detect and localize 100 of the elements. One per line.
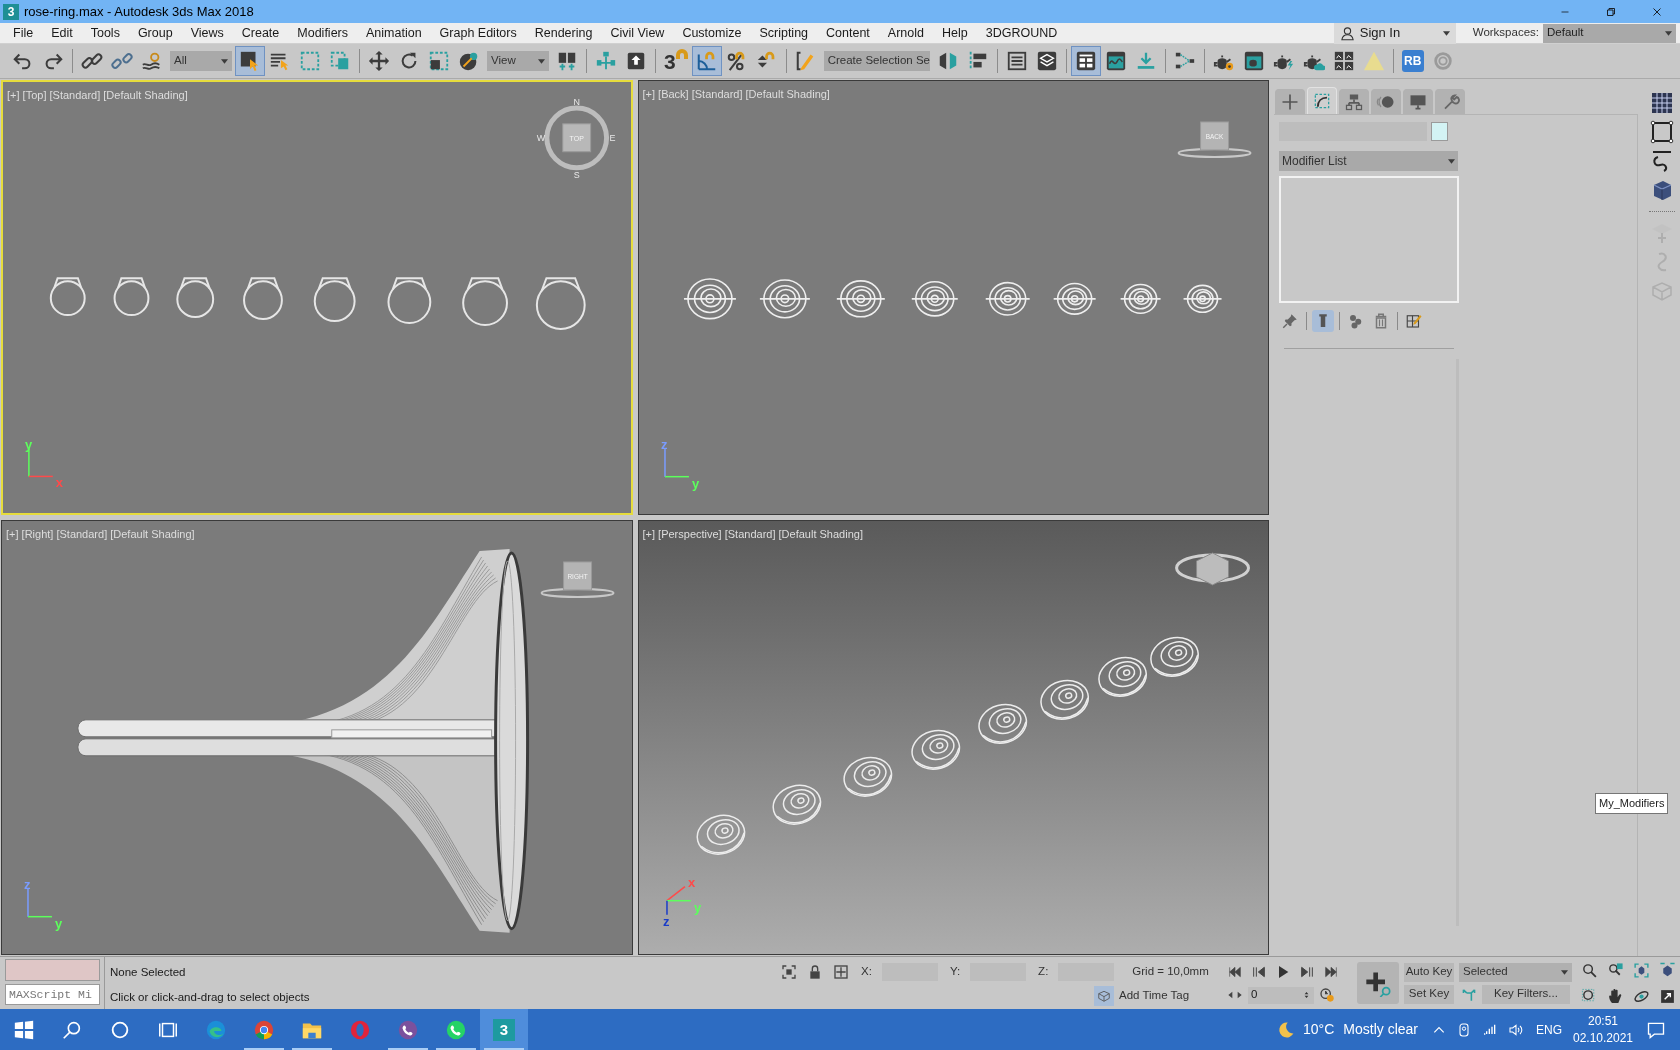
menu-item[interactable]: Scripting: [750, 23, 818, 43]
axis-label: y: [693, 899, 701, 915]
workspaces-label: Workspaces:: [1472, 25, 1539, 41]
pan-icon[interactable]: [1607, 987, 1624, 1005]
menu-item[interactable]: Group: [128, 23, 182, 43]
menu-item[interactable]: Graph Editors: [430, 23, 526, 43]
modify-tab[interactable]: [1307, 87, 1337, 114]
hierarchy-icon: [595, 50, 617, 72]
color-swatch[interactable]: [1431, 122, 1448, 141]
weather-text[interactable]: Mostly clear: [1343, 1019, 1418, 1040]
window-crossing-icon: [329, 50, 351, 72]
next-frame-icon[interactable]: [1299, 964, 1315, 980]
hierarchy-tab[interactable]: [1339, 89, 1369, 114]
menu-item[interactable]: Edit: [42, 23, 82, 43]
menu-item[interactable]: Customize: [673, 23, 751, 43]
menu-item[interactable]: Views: [181, 23, 233, 43]
selection-filter-dropdown[interactable]: All: [170, 51, 232, 71]
whatsapp-icon: [445, 1018, 467, 1041]
moon-icon[interactable]: [1276, 1019, 1296, 1040]
ribbon-button[interactable]: [1070, 46, 1101, 76]
auto-key-button[interactable]: Auto Key: [1404, 962, 1454, 982]
modifier-list-dropdown[interactable]: Modifier List: [1279, 151, 1458, 171]
axis-tripod: [663, 447, 690, 478]
zoom-icon[interactable]: [1581, 962, 1598, 979]
display-tab[interactable]: [1403, 89, 1433, 114]
sign-in-button[interactable]: Sign In: [1333, 22, 1456, 44]
utilities-tab[interactable]: [1435, 89, 1465, 114]
temperature[interactable]: 10°C: [1303, 1019, 1335, 1040]
frame-spinner[interactable]: 0: [1248, 986, 1314, 1004]
offset-mode-icon[interactable]: [833, 964, 849, 980]
ribbon-icon: [1074, 50, 1097, 72]
time-configuration-icon[interactable]: [1319, 987, 1335, 1003]
viewport[interactable]: [+] [Perspective] [Standard] [Default Shading] x y z: [637, 520, 1269, 955]
menu-item[interactable]: File: [4, 23, 43, 43]
grid-size: Grid = 10,0mm: [1132, 964, 1209, 980]
key-filters-button[interactable]: Key Filters...: [1482, 984, 1570, 1004]
menu-item[interactable]: Modifiers: [288, 23, 357, 43]
time-tag-label[interactable]: Add Time Tag: [1119, 987, 1190, 1005]
app-taskbar-button[interactable]: 3: [480, 1009, 528, 1050]
zoom-extents-icon[interactable]: [1633, 962, 1650, 979]
magnet-button[interactable]: 3: [660, 46, 692, 76]
layers-icon: [1035, 50, 1058, 72]
frame-window-icon: [1242, 50, 1265, 72]
menu-item[interactable]: Content: [817, 23, 879, 43]
restore-icon[interactable]: [1605, 5, 1617, 18]
menu-item[interactable]: Civil View: [601, 23, 674, 43]
menu-item[interactable]: Arnold: [878, 23, 933, 43]
clock[interactable]: 20:51 02.10.2021: [1572, 1012, 1634, 1047]
view-cube[interactable]: [1174, 552, 1250, 586]
set-keys-button[interactable]: [1357, 962, 1399, 1004]
zoom-extents-all-icon[interactable]: [1659, 962, 1676, 979]
grid-icon[interactable]: [1649, 91, 1674, 115]
caret-icon: [221, 58, 228, 64]
menu-item[interactable]: Animation: [357, 23, 431, 43]
named-selection-dropdown[interactable]: Create Selection Se: [823, 51, 930, 71]
motion-tab[interactable]: [1371, 89, 1401, 114]
curve-editor-icon: [1104, 50, 1127, 72]
display-icon: [1408, 92, 1428, 112]
axis-label: z: [24, 876, 31, 892]
select-object-button[interactable]: [235, 46, 265, 76]
axis-label: y: [24, 436, 33, 452]
isolate-icon[interactable]: [781, 964, 797, 980]
set-key-button[interactable]: Set Key: [1404, 984, 1454, 1004]
coordinate-system-dropdown[interactable]: View: [487, 51, 549, 71]
caret-icon: [1561, 969, 1568, 975]
edge-icon: [205, 1018, 227, 1041]
selection-status: None Selected: [110, 965, 187, 980]
compass-letter: W: [536, 132, 546, 143]
menu-item[interactable]: Help: [933, 23, 977, 43]
angle-snap-icon: [695, 50, 718, 72]
meet-icon[interactable]: [1456, 1021, 1472, 1038]
volume-icon[interactable]: [1508, 1021, 1524, 1038]
rectangle-icon[interactable]: [1649, 120, 1674, 144]
go-to-end-icon[interactable]: [1323, 964, 1339, 980]
menu-item[interactable]: Create: [232, 23, 289, 43]
lock-icon[interactable]: [807, 964, 823, 980]
menu-item[interactable]: Rendering: [525, 23, 602, 43]
ring-icon: [1431, 50, 1454, 72]
maximize-viewport-icon[interactable]: [1659, 987, 1676, 1005]
previous-frame-icon[interactable]: [1251, 964, 1267, 980]
coordinate-label: Z:: [1038, 964, 1049, 980]
show-end-result-button[interactable]: [1312, 310, 1334, 332]
compass-letter: S: [573, 169, 580, 180]
axis-label: x: [55, 475, 63, 491]
workspaces-dropdown[interactable]: Default: [1543, 23, 1676, 43]
caret-icon: [1442, 30, 1450, 36]
menu-item[interactable]: Tools: [81, 23, 129, 43]
key-mode-dropdown[interactable]: Selected: [1459, 962, 1572, 982]
caret-icon: [1665, 30, 1672, 36]
modify-icon: [1312, 91, 1332, 111]
go-to-start-icon[interactable]: [1227, 964, 1243, 980]
language-indicator[interactable]: ENG: [1536, 1020, 1562, 1039]
menu-item[interactable]: 3DGROUND: [976, 23, 1067, 43]
time-tag-button[interactable]: [1094, 986, 1114, 1006]
viewport-label[interactable]: [+] [Perspective] [Standard] [Default Shading]: [642, 526, 863, 543]
viber-icon: [397, 1018, 419, 1041]
create-tab[interactable]: [1275, 89, 1305, 114]
close-icon[interactable]: [1651, 5, 1663, 18]
angle-snap-button[interactable]: [691, 46, 722, 76]
listener-input[interactable]: MAXScript Mi: [5, 984, 100, 1005]
